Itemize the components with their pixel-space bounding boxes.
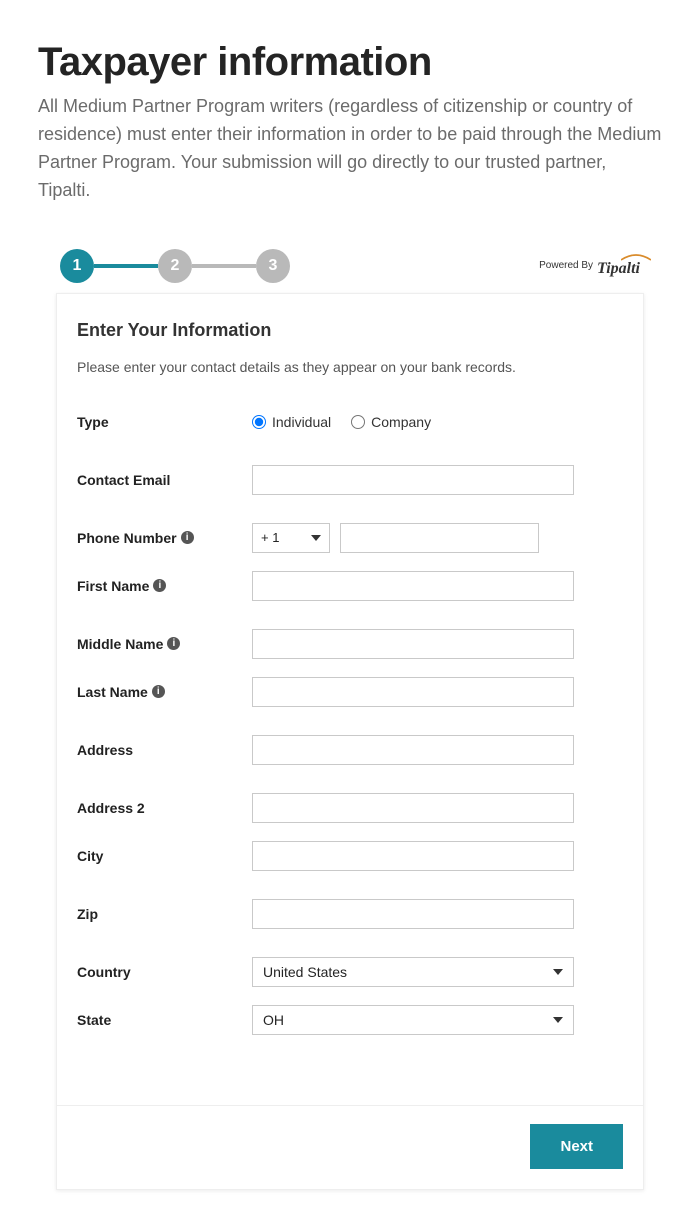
label-middle-name: Middle Name i (77, 636, 252, 652)
tipalti-logo: Tipalti (597, 254, 640, 278)
chevron-down-icon (311, 535, 321, 541)
divider (57, 1105, 643, 1106)
form-card: Enter Your Information Please enter your… (56, 293, 644, 1190)
stepper: 1 2 3 (60, 249, 290, 283)
tipalti-swoosh-icon (621, 253, 651, 261)
address-input[interactable] (252, 735, 574, 765)
label-zip: Zip (77, 906, 252, 922)
label-type: Type (77, 414, 252, 430)
form-help: Please enter your contact details as the… (77, 359, 623, 375)
label-phone: Phone Number i (77, 530, 252, 546)
chevron-down-icon (553, 1017, 563, 1023)
label-country: Country (77, 964, 252, 980)
label-city: City (77, 848, 252, 864)
phone-country-code-select[interactable]: + 1 (252, 523, 330, 553)
radio-individual-input[interactable] (252, 415, 266, 429)
page-subtitle: All Medium Partner Program writers (rega… (38, 93, 662, 205)
step-line-2-3 (192, 264, 256, 268)
label-state: State (77, 1012, 252, 1028)
last-name-input[interactable] (252, 677, 574, 707)
chevron-down-icon (553, 969, 563, 975)
step-2: 2 (158, 249, 192, 283)
radio-company-input[interactable] (351, 415, 365, 429)
label-address2: Address 2 (77, 800, 252, 816)
label-last-name: Last Name i (77, 684, 252, 700)
info-icon: i (181, 531, 194, 544)
address2-input[interactable] (252, 793, 574, 823)
middle-name-input[interactable] (252, 629, 574, 659)
page-title: Taxpayer information (38, 40, 662, 85)
powered-by-label: Powered By (539, 260, 593, 271)
first-name-input[interactable] (252, 571, 574, 601)
label-contact-email: Contact Email (77, 472, 252, 488)
next-button[interactable]: Next (530, 1124, 623, 1169)
state-value: OH (263, 1012, 284, 1028)
step-line-1-2 (94, 264, 158, 268)
city-input[interactable] (252, 841, 574, 871)
form-title: Enter Your Information (77, 320, 623, 341)
phone-cc-value: + 1 (261, 530, 279, 545)
type-radios: Individual Company (252, 414, 431, 430)
powered-by: Powered By Tipalti (539, 254, 640, 278)
step-3: 3 (256, 249, 290, 283)
stepper-bar: 1 2 3 Powered By Tipalti (38, 235, 662, 293)
radio-individual-label: Individual (272, 414, 331, 430)
label-first-name: First Name i (77, 578, 252, 594)
contact-email-input[interactable] (252, 465, 574, 495)
radio-individual[interactable]: Individual (252, 414, 331, 430)
state-select[interactable]: OH (252, 1005, 574, 1035)
phone-input[interactable] (340, 523, 539, 553)
label-address: Address (77, 742, 252, 758)
country-value: United States (263, 964, 347, 980)
country-select[interactable]: United States (252, 957, 574, 987)
info-icon: i (167, 637, 180, 650)
info-icon: i (153, 579, 166, 592)
zip-input[interactable] (252, 899, 574, 929)
step-1: 1 (60, 249, 94, 283)
radio-company-label: Company (371, 414, 431, 430)
radio-company[interactable]: Company (351, 414, 431, 430)
info-icon: i (152, 685, 165, 698)
